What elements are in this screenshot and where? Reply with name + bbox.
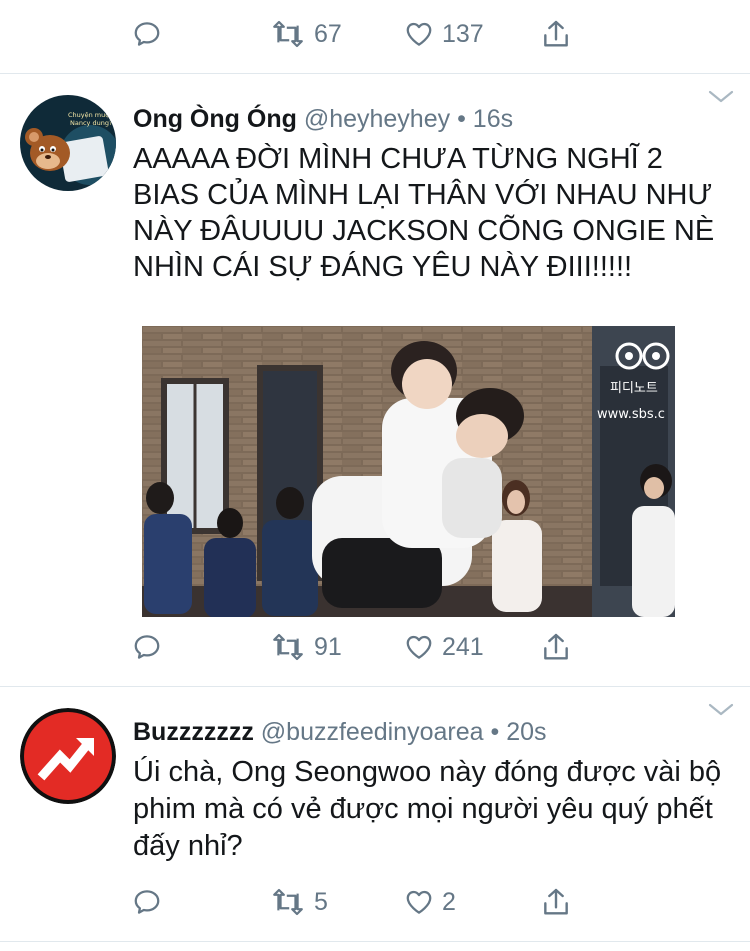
retweet-button[interactable]: 5	[270, 880, 328, 924]
heart-icon	[406, 22, 432, 46]
like-count: 137	[442, 19, 484, 48]
divider	[0, 73, 750, 74]
retweet-count: 67	[314, 19, 342, 48]
timestamp[interactable]: 20s	[506, 718, 546, 746]
timestamp[interactable]: 16s	[473, 105, 513, 133]
reply-button[interactable]	[132, 880, 162, 924]
like-button[interactable]: 241	[404, 625, 484, 669]
retweet-button[interactable]: 67	[270, 12, 342, 56]
tweet-header: Buzzzzzzz @buzzfeedinyoarea • 20s	[133, 718, 547, 747]
photo-url-mark: www.sbs.c	[597, 407, 665, 422]
divider	[0, 686, 750, 687]
reply-button[interactable]	[132, 12, 162, 56]
tweet-photo[interactable]: 피디노트 www.sbs.c	[142, 326, 675, 617]
display-name[interactable]: Ong Òng Óng	[133, 105, 297, 133]
retweet-icon	[273, 888, 303, 916]
share-button[interactable]	[540, 625, 572, 669]
retweet-button[interactable]: 91	[270, 625, 342, 669]
divider	[0, 941, 750, 942]
user-handle[interactable]: @buzzfeedinyoarea	[261, 718, 484, 746]
tweet-actions: 91 241	[0, 625, 750, 669]
heart-icon	[406, 635, 432, 659]
user-handle[interactable]: @heyheyhey	[304, 105, 450, 133]
tweet-text: AAAAA ĐỜI MÌNH CHƯA TỪNG NGHĨ 2 BIAS CỦA…	[133, 143, 715, 283]
trending-arrow-avatar	[20, 708, 116, 804]
reply-icon	[134, 890, 160, 914]
avatar[interactable]: Chuyện muộn?! Nancy dung?	[20, 95, 116, 191]
cartoon-mouse-avatar: Chuyện muộn?! Nancy dung?	[20, 95, 116, 191]
like-button[interactable]: 2	[404, 880, 456, 924]
tweet-text: Úi chà, Ong Seongwoo này đóng được vài b…	[133, 756, 722, 862]
share-button[interactable]	[540, 880, 572, 924]
display-name[interactable]: Buzzzzzzz	[133, 718, 254, 746]
tweet-actions: 5 2	[0, 880, 750, 924]
separator-dot: •	[490, 718, 500, 746]
like-count: 241	[442, 632, 484, 661]
svg-text:Chuyện muộn?!: Chuyện muộn?!	[68, 111, 116, 119]
retweet-count: 91	[314, 632, 342, 661]
top-tweet-actions: 67 137	[0, 12, 750, 56]
chevron-down-icon[interactable]	[708, 89, 734, 110]
photo-watermark: 피디노트	[610, 381, 658, 396]
share-icon	[544, 633, 568, 660]
retweet-icon	[273, 633, 303, 661]
share-icon	[544, 20, 568, 47]
share-button[interactable]	[540, 12, 572, 56]
retweet-count: 5	[314, 887, 328, 916]
reply-button[interactable]	[132, 625, 162, 669]
like-count: 2	[442, 887, 456, 916]
photo-image: 피디노트 www.sbs.c	[142, 326, 675, 617]
share-icon	[544, 888, 568, 915]
reply-icon	[134, 635, 160, 659]
heart-icon	[406, 890, 432, 914]
avatar[interactable]	[20, 708, 116, 804]
tweet-header: Ong Òng Óng @heyheyhey • 16s	[133, 105, 513, 134]
chevron-down-icon[interactable]	[708, 702, 734, 723]
separator-dot: •	[457, 105, 466, 133]
retweet-icon	[273, 20, 303, 48]
reply-icon	[134, 22, 160, 46]
svg-text:Nancy dung?: Nancy dung?	[70, 119, 112, 127]
like-button[interactable]: 137	[404, 12, 484, 56]
